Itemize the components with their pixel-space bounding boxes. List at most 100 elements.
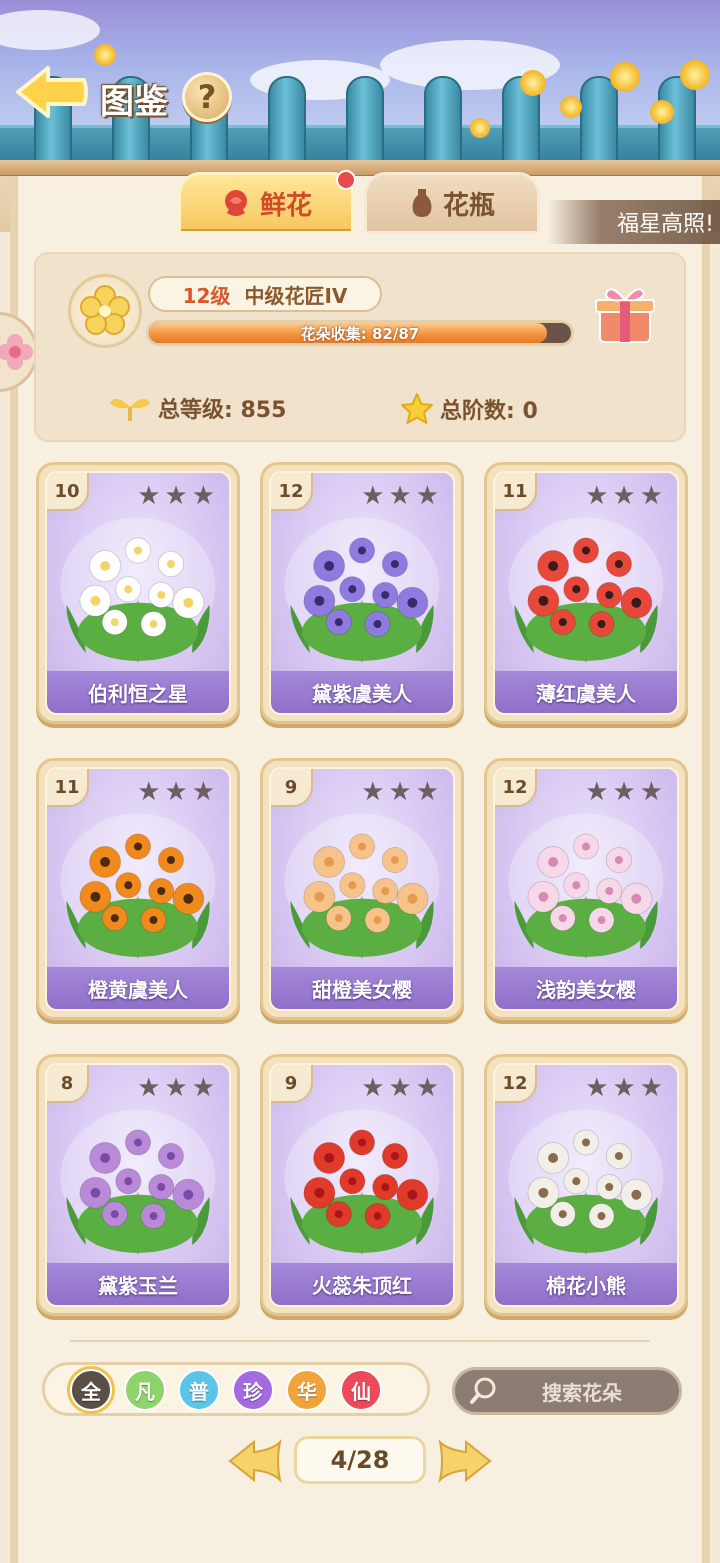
flower-name: 伯利恒之星 [47,671,229,713]
flower-level-badge: 8 [47,1065,89,1103]
tab-vases[interactable]: 花瓶 [364,172,540,234]
flower-illustration [284,1109,440,1255]
page-title: 图鉴 [100,82,168,122]
flower-card-inner: 12 ★ ★ ★ 棉花小熊 [493,1063,679,1307]
star-icon: ★ [612,777,636,807]
flower-star-rating: ★ ★ ★ [361,779,439,805]
flower-illustration [60,517,216,663]
arrow-right-icon [438,1438,492,1484]
flower-star-rating: ★ ★ ★ [137,483,215,509]
flower-illustration [284,813,440,959]
flower-illustration [284,517,440,663]
tab-flowers-label: 鲜花 [259,190,312,221]
flower-star-rating: ★ ★ ★ [585,1075,663,1101]
flower-level-badge: 9 [271,1065,313,1103]
flower-star-rating: ★ ★ ★ [137,779,215,805]
flower-card[interactable]: 12 ★ ★ ★ 黛紫虞美人 [260,462,464,724]
star-icon: ★ [137,1073,161,1103]
flower-level-badge: 11 [495,473,537,511]
star-icon: ★ [361,481,385,511]
flower-card-inner: 8 ★ ★ ★ 黛紫玉兰 [45,1063,231,1307]
flower-star-rating: ★ ★ ★ [361,1075,439,1101]
flower-star-rating: ★ ★ ★ [361,483,439,509]
star-icon: ★ [639,777,663,807]
flower-card[interactable]: 11 ★ ★ ★ 橙黄虞美人 [36,758,240,1020]
flower-star-rating: ★ ★ ★ [585,779,663,805]
total-level-stat: 总等级: 855 [108,392,286,424]
rarity-filter-chip[interactable]: 普 [178,1369,220,1411]
flower-card-inner: 9 ★ ★ ★ 甜橙美女樱 [269,767,455,1011]
star-icon: ★ [585,1073,609,1103]
star-icon: ★ [415,777,439,807]
previous-page-button[interactable] [226,1436,286,1486]
back-arrow-icon [16,66,88,118]
flower-card[interactable]: 12 ★ ★ ★ 浅韵美女樱 [484,758,688,1020]
star-icon: ★ [388,1073,412,1103]
star-icon: ★ [388,481,412,511]
flower-card-inner: 12 ★ ★ ★ 黛紫虞美人 [269,471,455,715]
flower-card-inner: 11 ★ ★ ★ 橙黄虞美人 [45,767,231,1011]
flower-illustration [508,517,664,663]
flower-star-rating: ★ ★ ★ [137,1075,215,1101]
gift-box-button[interactable] [592,280,658,346]
flower-name: 黛紫虞美人 [271,671,453,713]
rarity-filter-chip[interactable]: 仙 [340,1369,382,1411]
flower-name: 薄红虞美人 [495,671,677,713]
page-indicator: 4/28 [294,1436,426,1484]
rarity-filter-chip[interactable]: 凡 [124,1369,166,1411]
sprout-icon [110,398,150,421]
flower-illustration [60,813,216,959]
rarity-filter-chip[interactable]: 珍 [232,1369,274,1411]
star-icon: ★ [585,481,609,511]
flower-illustration [60,1109,216,1255]
flower-card-inner: 10 ★ ★ ★ 伯利恒之星 [45,471,231,715]
collection-progress-text: 花朵收集: 82/87 [300,324,420,343]
star-icon: ★ [639,1073,663,1103]
flower-card[interactable]: 11 ★ ★ ★ 薄红虞美人 [484,462,688,724]
rarity-filter-chip[interactable]: 全 [70,1369,112,1411]
flower-level-badge: 12 [495,1065,537,1103]
arrow-left-icon [228,1438,282,1484]
back-button[interactable] [14,62,90,122]
rose-icon [224,190,247,216]
tab-flowers[interactable]: 鲜花 [178,172,354,234]
flower-card[interactable]: 12 ★ ★ ★ 棉花小熊 [484,1054,688,1316]
flower-card[interactable]: 8 ★ ★ ★ 黛紫玉兰 [36,1054,240,1316]
flower-card[interactable]: 10 ★ ★ ★ 伯利恒之星 [36,462,240,724]
star-icon: ★ [612,1073,636,1103]
flower-name: 火蕊朱顶红 [271,1263,453,1305]
star-icon: ★ [164,777,188,807]
rarity-filter-chip[interactable]: 华 [286,1369,328,1411]
star-icon: ★ [191,481,215,511]
star-icon: ★ [361,1073,385,1103]
star-icon: ★ [191,777,215,807]
question-icon: ? [197,78,217,116]
flower-level-badge: 12 [495,769,537,807]
search-flowers-button[interactable]: 搜索花朵 [452,1367,682,1415]
total-level-text: 总等级: 855 [158,398,287,423]
gardener-rank: 中级花匠IV [244,283,348,308]
star-icon: ★ [585,777,609,807]
collection-progress-bar: 花朵收集: 82/87 [146,320,574,346]
star-icon: ★ [164,1073,188,1103]
flower-star-rating: ★ ★ ★ [585,483,663,509]
flower-name: 橙黄虞美人 [47,967,229,1009]
search-label: 搜索花朵 [542,1380,622,1405]
star-icon: ★ [388,777,412,807]
flower-card-grid: 10 ★ ★ ★ 伯利恒之星 12 ★ ★ ★ 黛紫虞美人 11 ★ ★ ★ 薄红虞美人 11 ★ ★ ★ 橙黄虞美人… [36,462,688,1322]
flower-name: 浅韵美女樱 [495,967,677,1009]
flower-card[interactable]: 9 ★ ★ ★ 甜橙美女樱 [260,758,464,1020]
promo-banner[interactable]: 福星高照! [548,200,720,244]
flower-card-inner: 11 ★ ★ ★ 薄红虞美人 [493,471,679,715]
flower-level-badge: 11 [47,769,89,807]
flower-card[interactable]: 9 ★ ★ ★ 火蕊朱顶红 [260,1054,464,1316]
help-button[interactable]: ? [182,72,232,122]
total-stage-text: 总阶数: 0 [440,399,538,424]
star-icon: ★ [164,481,188,511]
gift-box-icon [595,288,655,343]
vase-icon [412,189,432,217]
notification-dot [336,170,356,190]
gardener-medal [68,274,142,348]
flower-card-inner: 12 ★ ★ ★ 浅韵美女樱 [493,767,679,1011]
next-page-button[interactable] [434,1436,494,1486]
